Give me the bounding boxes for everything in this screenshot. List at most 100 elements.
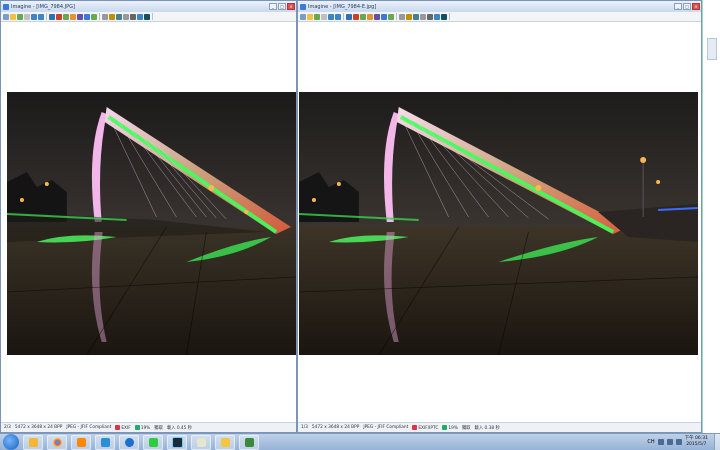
minimize-button[interactable]: _ [269,3,277,10]
toolbar-separator [152,13,153,20]
fullscreen-icon[interactable] [427,13,433,20]
print-icon[interactable] [314,13,320,20]
exif-icon [115,424,121,430]
taskbar-ie-blue[interactable] [119,434,139,450]
play-icon[interactable] [360,13,366,20]
maximize-button[interactable]: □ [683,3,691,10]
rotate-icon[interactable] [77,13,83,20]
volume-tray-icon[interactable] [666,439,673,445]
settings-icon[interactable] [137,13,143,20]
taskbar-ie[interactable] [23,434,43,450]
image-dimensions: 5472 x 3648 x 24 BPP [14,425,63,430]
taskbar-media-player[interactable] [71,434,91,450]
toolbar-separator [46,13,47,20]
actual-icon[interactable] [420,13,426,20]
fit-icon[interactable] [413,13,419,20]
flip-icon[interactable] [84,13,90,20]
image-window-left[interactable]: Imagine - [IMG_7984.JPG] _ □ × 2/3 5472 … [0,0,297,433]
clock-date: 2015/5/7 [686,442,707,447]
taskbar-chrome[interactable] [47,434,67,450]
help-icon[interactable] [441,13,447,20]
imagine-app-icon [300,3,306,10]
toolbar-separator [449,13,450,20]
info-icon[interactable] [346,13,352,20]
undo-icon[interactable] [31,13,37,20]
toolbar-separator [343,13,344,20]
title-bar[interactable]: Imagine - [IMG_7984.JPG] _ □ × [1,1,296,12]
network-icon [100,437,110,447]
ime-indicator[interactable]: CH [647,439,654,445]
minimize-button[interactable]: _ [674,3,682,10]
rotate-icon[interactable] [374,13,380,20]
image-index: 2/3 [4,425,11,430]
taskbar-network[interactable] [95,434,115,450]
taskbar-lightroom[interactable] [167,434,187,450]
redo-icon[interactable] [335,13,341,20]
zoom-out-icon[interactable] [109,13,115,20]
exif-badge[interactable]: EXIF [115,424,131,431]
zoom-in-icon[interactable] [399,13,405,20]
print-icon[interactable] [17,13,23,20]
edit-icon[interactable] [367,13,373,20]
edit-icon[interactable] [70,13,76,20]
flag-tray-icon[interactable] [675,439,682,445]
play-icon[interactable] [63,13,69,20]
zoom-level[interactable]: 19% [134,424,150,431]
flip-icon[interactable] [381,13,387,20]
save-icon[interactable] [10,13,16,20]
exif-icon [412,424,418,430]
close-button[interactable]: × [287,3,295,10]
help-icon[interactable] [144,13,150,20]
window-title: Imagine - [IMG_7984-E.jpg] [308,3,377,10]
network-tray-icon[interactable] [657,439,664,445]
image-format: JPEG - JFIF Compliant [363,425,409,430]
toolbar-separator [396,13,397,20]
settings-icon[interactable] [434,13,440,20]
maximize-button[interactable]: □ [278,3,286,10]
fit-icon[interactable] [116,13,122,20]
zoom-icon [134,424,140,430]
zoom-out-icon[interactable] [406,13,412,20]
taskbar-notepad[interactable] [191,434,211,450]
image-dimensions: 5472 x 3648 x 24 BPP [311,425,360,430]
zoom-icon [442,424,448,430]
redo-icon[interactable] [38,13,44,20]
image-window-right[interactable]: Imagine - [IMG_7984-E.jpg] _ □ × 1/3 547… [297,0,702,433]
start-button[interactable] [3,434,19,450]
zoom-in-icon[interactable] [102,13,108,20]
image-viewport[interactable] [1,22,296,422]
taskbar-folder[interactable] [215,434,235,450]
copy-icon[interactable] [24,13,30,20]
toolbar-separator [99,13,100,20]
copy-icon[interactable] [321,13,327,20]
scrollbar[interactable] [707,38,717,60]
save-icon[interactable] [307,13,313,20]
zoom-level[interactable]: 19% [442,424,458,431]
undo-icon[interactable] [328,13,334,20]
status-label: 獨取 [461,425,471,431]
open-icon[interactable] [300,13,306,20]
close-button[interactable]: × [692,3,700,10]
load-time: 載入 0.45 秒 [166,425,193,431]
image-viewport[interactable] [298,22,701,422]
ie-icon [28,437,38,447]
system-tray: CH 下午 06:31 2015/5/7 [647,436,714,448]
toolbar [298,12,701,22]
window-title: Imagine - [IMG_7984.JPG] [11,3,75,10]
thumbs-icon[interactable] [56,13,62,20]
fullscreen-icon[interactable] [130,13,136,20]
title-bar[interactable]: Imagine - [IMG_7984-E.jpg] _ □ × [298,1,701,12]
exif-badge[interactable]: EXIF/IPTC [412,424,438,431]
taskbar-game[interactable] [239,434,259,450]
line-icon [148,437,158,447]
crop-icon[interactable] [388,13,394,20]
thumbs-icon[interactable] [353,13,359,20]
media-player-icon [76,437,86,447]
actual-icon[interactable] [123,13,129,20]
info-icon[interactable] [49,13,55,20]
taskbar-line[interactable] [143,434,163,450]
crop-icon[interactable] [91,13,97,20]
show-desktop-button[interactable] [714,434,720,450]
clock[interactable]: 下午 06:31 2015/5/7 [685,436,708,448]
open-icon[interactable] [3,13,9,20]
